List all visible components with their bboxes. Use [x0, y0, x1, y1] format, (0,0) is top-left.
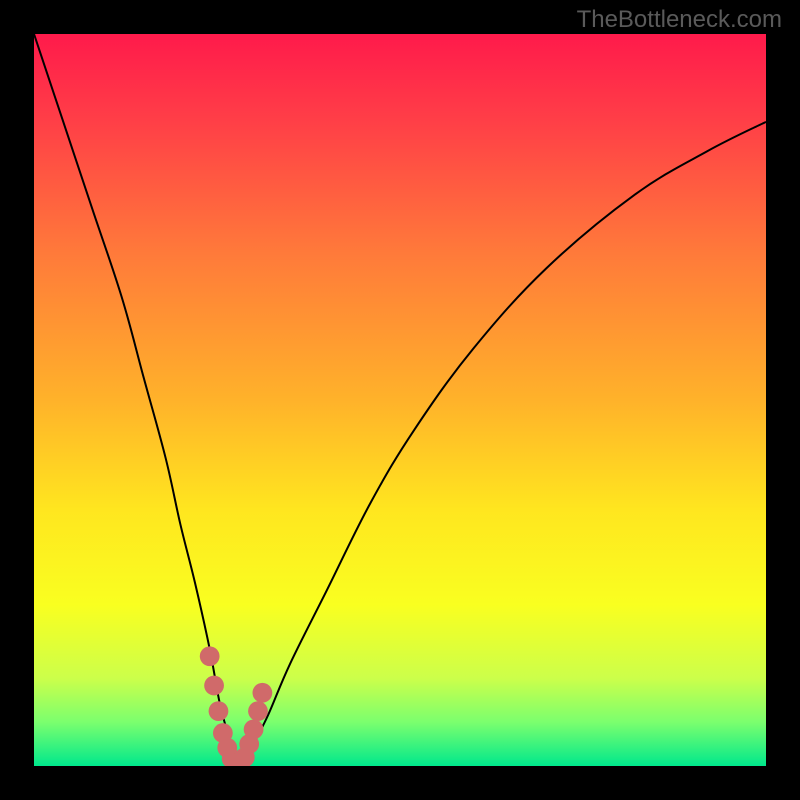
watermark-text: TheBottleneck.com	[577, 6, 782, 34]
chart-frame	[0, 0, 800, 800]
